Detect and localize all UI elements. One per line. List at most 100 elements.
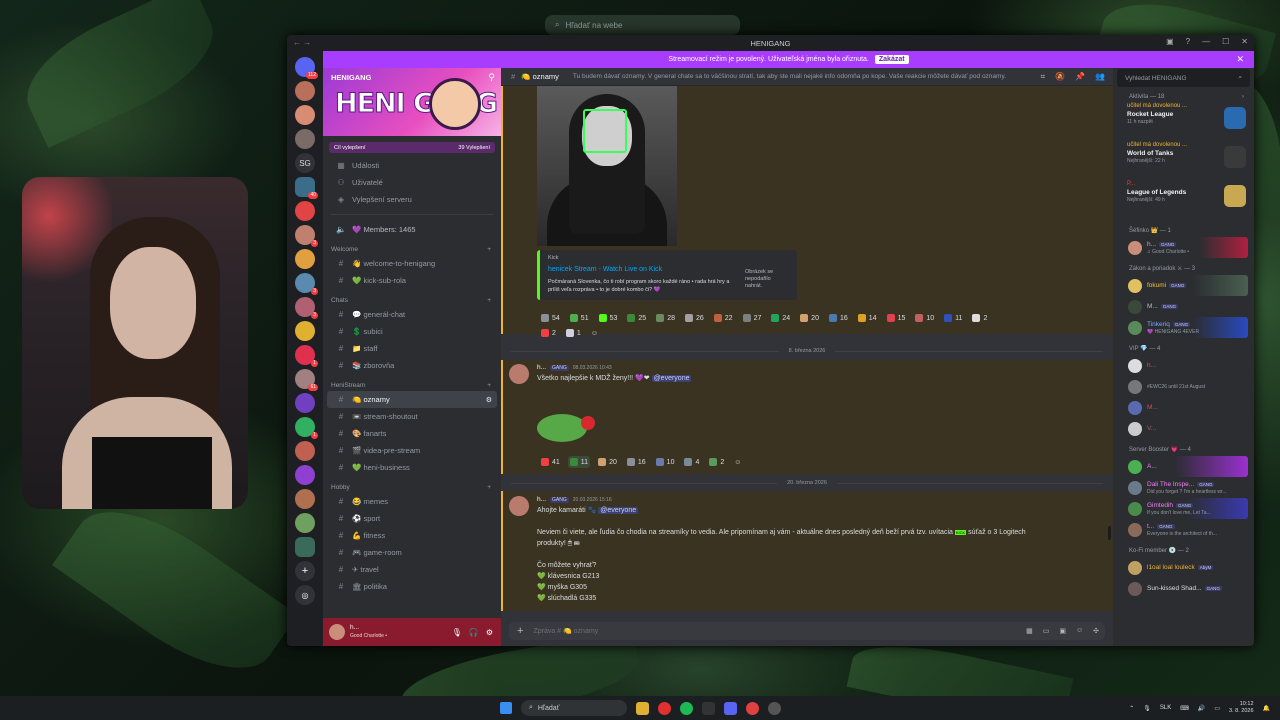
events-item[interactable]: ▦ Události [327, 157, 497, 174]
windows-start-icon[interactable] [500, 702, 512, 714]
user-panel[interactable]: h... Good Charlotte • 🎙 🎧 ⚙ [323, 618, 501, 646]
maximize-icon[interactable]: ☐ [1222, 37, 1229, 46]
mention[interactable]: @everyone [651, 375, 692, 382]
spotify-icon[interactable] [680, 701, 693, 715]
server-icon[interactable] [295, 321, 315, 341]
channel-politika[interactable]: # 🏛 politika [327, 578, 497, 595]
network-icon[interactable]: ⌨ [1180, 705, 1189, 712]
reaction[interactable]: 11 [942, 312, 964, 324]
channel-fanarts[interactable]: # 🎨 fanarts [327, 425, 497, 442]
boost-progress[interactable]: Cíl vylepšení 39 Vylepšení [329, 142, 495, 153]
message-list[interactable]: Kick henicek Stream - Watch Live on Kick… [501, 86, 1113, 618]
reaction[interactable]: 20 [596, 456, 619, 468]
search-input[interactable]: Vyhledat HENIGANG ⌕ [1117, 69, 1250, 87]
add-server-icon[interactable]: + [295, 561, 315, 581]
taskbar-search[interactable]: ⌕ Hľadať [521, 700, 627, 716]
user-settings-icon[interactable]: ⚙ [486, 628, 493, 637]
reaction[interactable]: 24 [769, 312, 792, 324]
help-icon[interactable]: ? [1186, 37, 1190, 46]
server-boost-item[interactable]: ◈ Vylepšení serveru [327, 191, 497, 208]
channel-welcome[interactable]: # 👋 welcome-to-henigang [327, 255, 497, 272]
reaction[interactable]: 10 [913, 312, 936, 324]
author-name[interactable]: h... [537, 364, 546, 371]
app-launcher-icon[interactable]: ▦ [1026, 627, 1033, 635]
channel-zborovna[interactable]: # 📚 zborovňa [327, 357, 497, 374]
member-row[interactable]: #EWC26 until 21st August [1125, 376, 1248, 397]
channel-topic[interactable]: Tu budem dávať oznamy. V general chate s… [573, 73, 1013, 80]
reaction[interactable]: 14 [856, 312, 879, 324]
emoji-icon[interactable]: ☺ [1076, 627, 1083, 635]
minimize-icon[interactable]: — [1202, 37, 1210, 46]
reaction[interactable]: 27 [741, 312, 764, 324]
server-icon[interactable]: 3 [295, 273, 318, 295]
activity-card[interactable]: P... League of Legends Nejhranější: 49 h [1127, 181, 1246, 217]
member-row[interactable]: Tinkeriq GANG 💜 HENIGANG 4EVER [1125, 317, 1248, 338]
message-composer[interactable]: + Zpráva # 🍋 oznamy ▦ ▭ ▣ ☺ ✣ [509, 622, 1105, 640]
member-row[interactable]: fokumi GANG [1125, 275, 1248, 296]
reaction[interactable]: 15 [885, 312, 908, 324]
members-count-channel[interactable]: 🔈 💜 Members: 1465 [327, 221, 497, 238]
tray-chevron-icon[interactable]: ⌃ [1129, 705, 1134, 712]
file-explorer-icon[interactable] [636, 701, 649, 715]
reaction[interactable]: 25 [625, 312, 648, 324]
members-item[interactable]: ⚇ Uživatelé [327, 174, 497, 191]
discord-icon[interactable] [724, 701, 737, 715]
embed-thumbnail[interactable] [537, 86, 677, 246]
server-icon[interactable]: 3 [295, 297, 318, 319]
server-name[interactable]: HENIGANG [331, 73, 371, 82]
member-row[interactable]: h... [1125, 355, 1248, 376]
server-icon[interactable] [295, 201, 315, 221]
mic-icon[interactable]: 🎙 [1143, 705, 1151, 712]
server-folder-icon[interactable] [295, 537, 315, 557]
battery-icon[interactable]: ▭ [1214, 705, 1220, 712]
category-welcome[interactable]: Welcome + [323, 238, 501, 255]
avatar[interactable] [329, 624, 345, 640]
reaction[interactable]: 4 [682, 456, 701, 468]
server-icon[interactable] [295, 249, 315, 269]
member-row[interactable]: M... [1125, 397, 1248, 418]
channel-staff[interactable]: # 📁 staff [327, 340, 497, 357]
close-banner-icon[interactable]: ✕ [1236, 54, 1244, 65]
add-reaction-icon[interactable]: ☺ [732, 456, 743, 468]
server-icon[interactable] [295, 129, 315, 149]
category-chats[interactable]: Chats + [323, 289, 501, 306]
server-icon[interactable]: 3 [295, 225, 318, 247]
activity-card[interactable]: učitel má dovolenou ... Rocket League 11 h… [1127, 103, 1246, 139]
channel-travel[interactable]: # ✈ travel [327, 561, 497, 578]
server-icon[interactable] [295, 441, 315, 461]
channel-oznamy[interactable]: # 🍋 oznamy ⚙ [327, 391, 497, 408]
server-icon[interactable] [295, 465, 315, 485]
message-input[interactable]: Zpráva # 🍋 oznamy [533, 627, 598, 635]
pepe-rose-image[interactable] [537, 408, 595, 446]
member-row[interactable]: h... GANG ♫ Good Charlotte • [1125, 237, 1248, 258]
channel-kick-sub-rola[interactable]: # 💚 kick-sub-rola [327, 272, 497, 289]
browser-search-bar[interactable]: ⌕ Hľadať na webe [545, 15, 740, 35]
app-icon[interactable] [746, 701, 759, 715]
reaction[interactable]: 1 [564, 327, 583, 339]
volume-icon[interactable]: 🔊 [1198, 705, 1205, 712]
member-row[interactable]: t... GANG Everyone is the architect of th.… [1125, 519, 1248, 540]
reaction[interactable]: 28 [654, 312, 677, 324]
member-row[interactable]: Sun-kissed Shad... GANG [1125, 578, 1248, 599]
language-indicator[interactable]: SLK [1160, 705, 1171, 711]
server-banner[interactable]: HENIGANG ⚲ HENI GANG [323, 68, 501, 136]
close-icon[interactable]: ✕ [1241, 37, 1248, 46]
sticker-icon[interactable]: ▣ [1059, 627, 1066, 635]
gif-icon[interactable]: ▭ [1043, 627, 1050, 635]
member-row[interactable]: A... [1125, 456, 1248, 477]
notification-bell-icon[interactable]: 🔕 [1055, 72, 1065, 82]
member-row[interactable]: Gimtedih GANG If you don't love me, Let Ta… [1125, 498, 1248, 519]
reaction[interactable]: 10 [654, 456, 677, 468]
server-icon[interactable] [295, 393, 315, 413]
server-icon[interactable] [295, 513, 315, 533]
reaction[interactable]: 2 [970, 312, 989, 324]
server-icon[interactable]: 61 [295, 369, 318, 391]
channel-game-room[interactable]: # 🎮 game-room [327, 544, 497, 561]
clock[interactable]: 10:12 3. 8. 2026 [1229, 701, 1253, 715]
channel-memes[interactable]: # 😂 memes [327, 493, 497, 510]
category-henistream[interactable]: HeniStream + [323, 374, 501, 391]
server-icon[interactable] [295, 489, 315, 509]
add-attachment-icon[interactable]: + [517, 625, 523, 637]
server-icon[interactable] [295, 105, 315, 125]
dm-home-icon[interactable]: 112 [295, 57, 318, 79]
